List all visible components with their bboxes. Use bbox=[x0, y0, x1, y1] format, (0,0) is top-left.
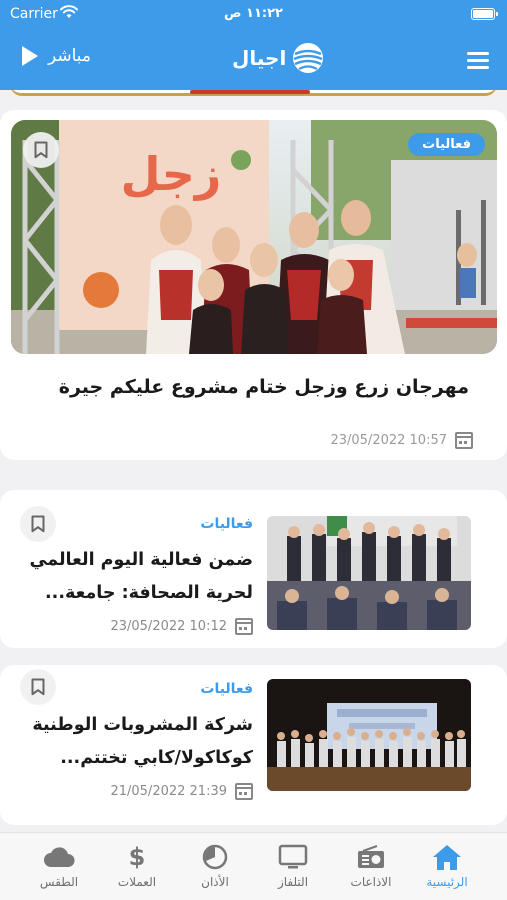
tab-tv[interactable]: التلفاز bbox=[258, 843, 328, 889]
tab-prayer[interactable]: الأذان bbox=[180, 843, 250, 889]
news-feed[interactable]: زجل فعاليات مهرجان زرع وزجل ختام مشروع ع… bbox=[0, 90, 507, 832]
article-card[interactable]: فعاليات ضمن فعالية اليوم العالمي لحرية ا… bbox=[0, 490, 507, 648]
calendar-icon bbox=[235, 783, 253, 800]
tab-home[interactable]: الرئيسية bbox=[412, 843, 482, 889]
play-icon bbox=[22, 46, 38, 66]
logo-text: اجيال bbox=[232, 46, 287, 70]
bookmark-button[interactable] bbox=[20, 669, 56, 705]
article-thumbnail[interactable] bbox=[267, 679, 471, 791]
bookmark-icon bbox=[31, 678, 45, 696]
tab-label: الأذان bbox=[201, 875, 229, 889]
featured-article-card[interactable]: زجل فعاليات مهرجان زرع وزجل ختام مشروع ع… bbox=[0, 110, 507, 460]
article-card[interactable]: فعاليات شركة المشروبات الوطنية كوكاكولا/… bbox=[0, 665, 507, 825]
article-category[interactable]: فعاليات bbox=[200, 681, 253, 697]
battery-icon bbox=[471, 8, 498, 20]
article-date: 23/05/2022 10:12 bbox=[110, 618, 253, 635]
tab-radio[interactable]: الاذاعات bbox=[336, 843, 406, 889]
cloud-icon bbox=[44, 847, 75, 867]
category-badge[interactable]: فعاليات bbox=[408, 133, 485, 156]
prayer-clock-icon bbox=[202, 844, 228, 870]
tab-currency[interactable]: $ العملات bbox=[102, 843, 172, 889]
featured-article-image[interactable]: زجل فعاليات bbox=[11, 120, 497, 354]
bookmark-icon bbox=[34, 141, 48, 159]
article-thumbnail[interactable] bbox=[267, 516, 471, 630]
tab-weather[interactable]: الطقس bbox=[24, 843, 94, 889]
article-title[interactable]: شركة المشروبات الوطنية كوكاكولا/كابي تخت… bbox=[13, 709, 253, 775]
clock: ١١:٢٢ ص bbox=[224, 6, 283, 21]
globe-icon bbox=[293, 43, 324, 73]
date-text: 21/05/2022 21:39 bbox=[110, 784, 227, 799]
status-bar: Carrier ١١:٢٢ ص bbox=[0, 0, 507, 28]
hamburger-menu-icon[interactable] bbox=[467, 52, 489, 69]
home-icon bbox=[433, 845, 461, 870]
article-category[interactable]: فعاليات bbox=[200, 516, 253, 532]
bookmark-button[interactable] bbox=[23, 132, 59, 168]
bottom-tab-bar: الرئيسية الاذاعات التلفاز الأذان $ العمل… bbox=[0, 832, 507, 900]
tab-label: الرئيسية bbox=[426, 875, 468, 889]
article-date: 21/05/2022 21:39 bbox=[110, 783, 253, 800]
dollar-icon: $ bbox=[128, 843, 146, 871]
bookmark-button[interactable] bbox=[20, 506, 56, 542]
app-header: مباشر اجيال bbox=[0, 28, 507, 90]
calendar-icon bbox=[235, 618, 253, 635]
date-text: 23/05/2022 10:57 bbox=[330, 433, 447, 448]
tv-icon bbox=[278, 844, 308, 869]
tab-label: الطقس bbox=[39, 875, 79, 889]
previous-card-edge bbox=[10, 90, 497, 96]
app-logo: اجيال bbox=[232, 42, 324, 74]
live-button[interactable]: مباشر bbox=[22, 46, 91, 66]
tab-label: التلفاز bbox=[277, 875, 309, 889]
featured-article-date: 23/05/2022 10:57 bbox=[330, 432, 473, 449]
calendar-icon bbox=[455, 432, 473, 449]
tab-label: الاذاعات bbox=[350, 875, 392, 889]
radio-icon bbox=[358, 845, 384, 868]
date-text: 23/05/2022 10:12 bbox=[110, 619, 227, 634]
bookmark-icon bbox=[31, 515, 45, 533]
featured-article-title[interactable]: مهرجان زرع وزجل ختام مشروع عليكم جيرة bbox=[29, 372, 469, 402]
tab-label: العملات bbox=[117, 875, 157, 889]
live-label: مباشر bbox=[48, 46, 92, 66]
svg-text:زجل: زجل bbox=[121, 147, 222, 201]
article-title[interactable]: ضمن فعالية اليوم العالمي لحرية الصحافة: … bbox=[13, 544, 253, 610]
